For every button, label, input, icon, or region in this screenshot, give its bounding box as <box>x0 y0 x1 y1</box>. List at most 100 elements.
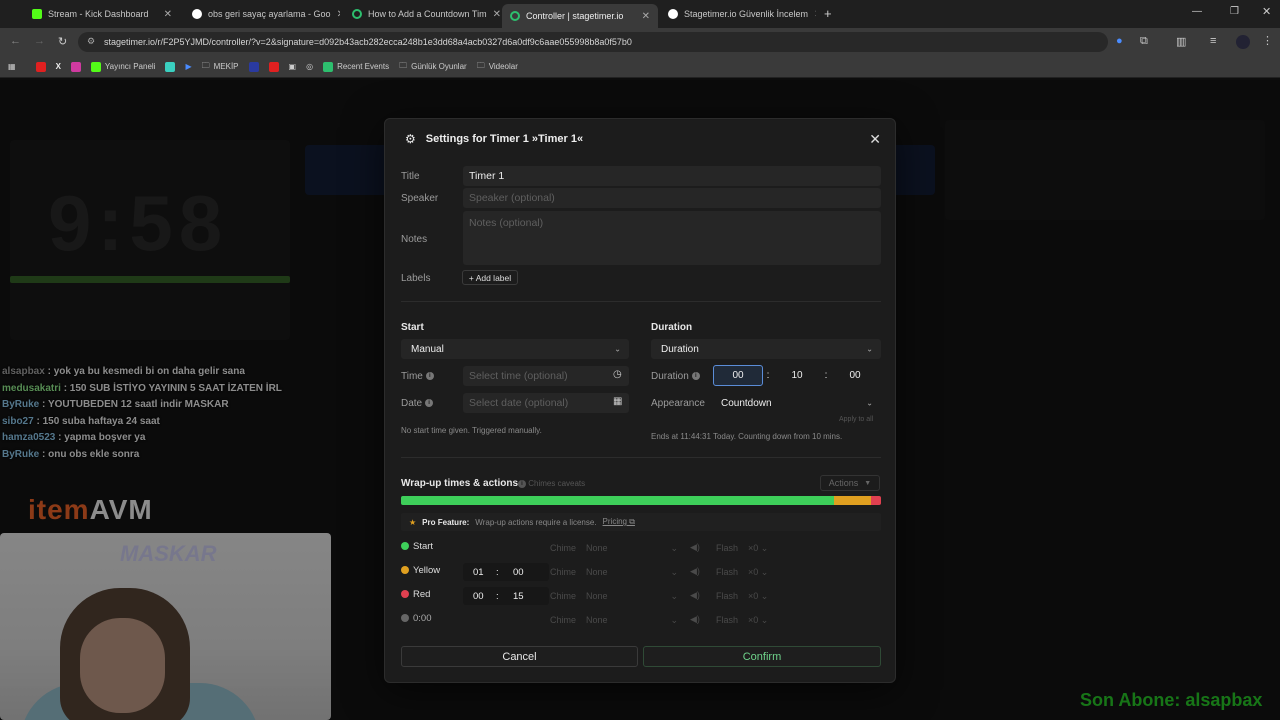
yellow-time-input[interactable]: 01 : 00 <box>463 563 549 581</box>
youtube-icon[interactable] <box>268 61 279 72</box>
chime-select[interactable]: None ⌄ <box>586 615 678 625</box>
calendar-icon[interactable]: ▦ <box>613 396 622 407</box>
new-tab-icon[interactable]: + <box>824 6 832 21</box>
browser-tab[interactable]: Stream - Kick Dashboard ✕ <box>24 4 180 24</box>
duration-seconds-input[interactable]: 00 <box>831 370 879 381</box>
yellow-minutes[interactable]: 01 <box>473 567 484 578</box>
duration-mode-value: Duration <box>661 343 699 355</box>
image-icon[interactable]: ▣ <box>289 62 297 71</box>
start-mode-select[interactable]: Manual ⌄ <box>401 339 629 359</box>
play-icon[interactable]: ▶ <box>185 62 191 71</box>
back-icon[interactable]: ← <box>10 35 21 47</box>
bookmark-recent-events[interactable]: Recent Events <box>323 61 389 72</box>
bookmark-videolar[interactable]: 🗀 Videolar <box>477 60 518 74</box>
browser-tab[interactable]: How to Add a Countdown Tim ✕ <box>344 4 500 24</box>
close-tab-icon[interactable]: ✕ <box>493 9 500 20</box>
reload-icon[interactable]: ↻ <box>58 35 67 48</box>
flash-select[interactable]: ×0 ⌄ <box>748 543 774 554</box>
chime-label: Chime <box>550 567 577 577</box>
notes-textarea[interactable]: Notes (optional) <box>463 211 881 265</box>
circle-app-icon[interactable]: ◎ <box>306 62 313 71</box>
flash-select[interactable]: ×0 ⌄ <box>748 615 774 626</box>
yellow-dot-icon <box>401 566 409 575</box>
pricing-link[interactable]: Pricing ⧉ <box>603 517 635 527</box>
speaker-input[interactable]: Speaker (optional) <box>463 188 881 208</box>
modal-title: Settings for Timer 1 »Timer 1« <box>425 133 584 145</box>
bookmark-gunluk-oyunlar[interactable]: 🗀 Günlük Oyunlar <box>399 60 467 74</box>
menu-icon[interactable]: ⋮ <box>1262 34 1273 47</box>
address-bar[interactable]: ⚙ stagetimer.io/r/F2P5YJMD/controller/?v… <box>78 32 1108 52</box>
browser-tab[interactable]: Stagetimer.io Güvenlik İncelem ✕ <box>660 4 816 24</box>
loading-icon <box>352 9 362 19</box>
actions-dropdown[interactable]: Actions ▼ <box>820 475 880 491</box>
start-date-input[interactable]: Select date (optional) <box>463 393 629 413</box>
bookmark-yayinci-paneli[interactable]: Yayıncı Paneli <box>90 61 155 72</box>
media-icon[interactable]: ≡ <box>1210 35 1216 47</box>
confirm-button[interactable]: Confirm <box>643 646 881 667</box>
extension-icon[interactable]: ● <box>1116 35 1123 47</box>
chimes-caveats-link[interactable]: i Chimes caveats <box>515 479 585 488</box>
duration-mode-select[interactable]: Duration ⌄ <box>651 339 881 359</box>
loading-icon <box>510 11 520 21</box>
extensions-puzzle-icon[interactable]: ⧉ <box>1140 35 1148 48</box>
bookmark-mekip[interactable]: 🗀 MEKİP <box>202 60 239 74</box>
speaker-icon[interactable]: ◀) <box>690 542 700 553</box>
chime-select[interactable]: None ⌄ <box>586 543 678 553</box>
info-icon[interactable]: i <box>691 372 700 381</box>
start-mode-value: Manual <box>411 343 444 355</box>
sidebar-icon[interactable]: ▥ <box>1176 35 1186 48</box>
appearance-select[interactable]: Countdown ⌄ <box>713 393 881 413</box>
instagram-icon[interactable] <box>70 61 81 72</box>
chevron-down-icon: ⌄ <box>866 398 873 408</box>
flash-select[interactable]: ×0 ⌄ <box>748 567 774 578</box>
apply-to-all-link[interactable]: Apply to all <box>839 416 873 423</box>
yellow-seconds[interactable]: 00 <box>513 567 524 578</box>
red-seconds[interactable]: 15 <box>513 591 524 602</box>
red-segment <box>870 496 881 505</box>
restore-icon[interactable]: ❐ <box>1230 6 1239 17</box>
cancel-button[interactable]: Cancel <box>401 646 638 667</box>
apps-grid-icon[interactable]: ▦ <box>8 62 16 71</box>
divider <box>401 457 881 458</box>
close-tab-icon[interactable]: ✕ <box>814 9 816 20</box>
start-time-input[interactable]: Select time (optional) <box>463 366 629 386</box>
duration-minutes-input[interactable]: 10 <box>773 370 821 381</box>
chime-label: Chime <box>550 615 577 625</box>
profile-avatar[interactable] <box>1236 35 1250 49</box>
chime-select[interactable]: None ⌄ <box>586 567 678 577</box>
browser-tab[interactable]: obs geri sayaç ayarlama - Goo ✕ <box>184 4 340 24</box>
bookmark-app-icon[interactable] <box>248 61 259 72</box>
bookmarks-bar: ▦ X Yayıncı Paneli ▶ 🗀 MEKİP ▣ ◎ Recent … <box>0 56 1280 78</box>
forward-icon[interactable]: → <box>34 35 45 47</box>
clock-icon[interactable]: ◷ <box>613 369 622 380</box>
close-tab-icon[interactable]: ✕ <box>337 9 340 20</box>
bookmark-app-icon[interactable] <box>165 61 176 72</box>
close-tab-icon[interactable]: ✕ <box>642 11 650 22</box>
info-icon[interactable]: i <box>425 372 434 381</box>
duration-hours-input[interactable]: 00 <box>713 365 763 386</box>
close-tab-icon[interactable]: ✕ <box>164 9 172 20</box>
chime-select[interactable]: None ⌄ <box>586 591 678 601</box>
flash-label: Flash <box>716 591 739 601</box>
google-icon <box>192 9 202 19</box>
close-icon[interactable]: ✕ <box>869 131 881 148</box>
youtube-icon[interactable] <box>35 61 46 72</box>
minimize-icon[interactable]: — <box>1192 6 1202 17</box>
speaker-icon[interactable]: ◀) <box>690 590 700 601</box>
actions-label: Actions <box>828 478 859 488</box>
add-label-button[interactable]: + Add label <box>462 270 518 285</box>
speaker-icon[interactable]: ◀) <box>690 566 700 577</box>
close-window-icon[interactable]: ✕ <box>1262 5 1271 18</box>
browser-tab-active[interactable]: Controller | stagetimer.io ✕ <box>502 4 658 28</box>
red-minutes[interactable]: 00 <box>473 591 484 602</box>
flash-select[interactable]: ×0 ⌄ <box>748 591 774 602</box>
date-label-text: Date <box>401 398 423 409</box>
speaker-icon[interactable]: ◀) <box>690 614 700 625</box>
site-info-icon[interactable]: ⚙ <box>87 36 95 47</box>
title-input[interactable]: Timer 1 <box>463 166 881 186</box>
info-icon[interactable]: i <box>425 399 434 408</box>
chevron-down-icon: ⌄ <box>614 344 621 354</box>
red-time-input[interactable]: 00 : 15 <box>463 587 549 605</box>
x-icon[interactable]: X <box>56 62 61 71</box>
row-label-text: Start <box>413 541 434 552</box>
